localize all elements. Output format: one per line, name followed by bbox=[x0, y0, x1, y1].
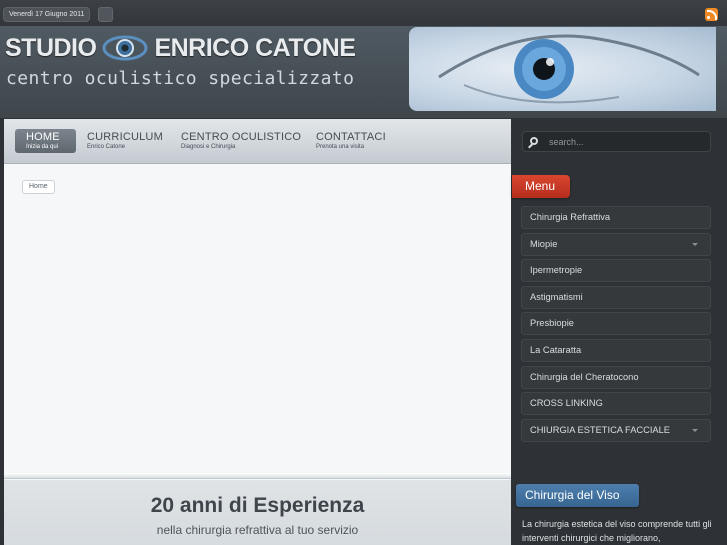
sidebar-item-astigmatismi[interactable]: Astigmatismi bbox=[521, 285, 711, 309]
experience-subtitle: nella chirurgia refrattiva al tuo serviz… bbox=[156, 523, 359, 537]
eye-logo-icon bbox=[101, 33, 149, 63]
nav-label: CENTRO OCULISTICO bbox=[181, 131, 302, 143]
site-header: STUDIO ENRICO CATONE centro oculistico s… bbox=[0, 26, 727, 118]
sidebar-item-presbiopie[interactable]: Presbiopie bbox=[521, 312, 711, 336]
nav-sublabel: Inizia da qui bbox=[26, 144, 59, 150]
sidebar-item-label: Ipermetropie bbox=[530, 265, 583, 276]
date-display: Venerdì 17 Giugno 2011 bbox=[3, 7, 91, 22]
sidebar-item-label: Presbiopie bbox=[530, 318, 574, 329]
sidebar-item-label: Miopie bbox=[530, 238, 558, 249]
top-bar: Venerdì 17 Giugno 2011 bbox=[0, 0, 727, 26]
content-divider bbox=[4, 473, 511, 479]
site-tagline: centro oculistico specializzato bbox=[6, 68, 355, 89]
experience-title: 20 anni di Esperienza bbox=[150, 494, 365, 517]
chevron-down-icon bbox=[692, 428, 698, 432]
sidebar-item-label: Astigmatismi bbox=[530, 291, 583, 302]
sidebar-item-label: CHIURGIA ESTETICA FACCIALE bbox=[530, 424, 671, 435]
sidebar-item-miopie[interactable]: Miopie bbox=[521, 232, 711, 256]
sidebar-item-cheratocono[interactable]: Chirurgia del Cheratocono bbox=[521, 365, 711, 389]
logo-text-left: STUDIO bbox=[5, 33, 97, 62]
sidebar-item-label: CROSS LINKING bbox=[530, 398, 603, 409]
nav-item-curriculum[interactable]: CURRICULUM Enrico Catone bbox=[87, 131, 163, 150]
breadcrumb[interactable]: Home bbox=[22, 180, 55, 194]
nav-label: HOME bbox=[26, 131, 60, 143]
section-text: La chirurgia estetica del viso comprende… bbox=[522, 519, 712, 543]
main-content: HOME Inizia da qui CURRICULUM Enrico Cat… bbox=[4, 119, 511, 545]
search-icon[interactable] bbox=[530, 137, 538, 145]
search-input[interactable] bbox=[549, 134, 704, 149]
chevron-down-icon bbox=[692, 242, 698, 246]
nav-label: CONTATTACI bbox=[316, 131, 386, 143]
logo-text-right: ENRICO CATONE bbox=[154, 33, 356, 62]
menu-heading: Menu bbox=[512, 175, 570, 198]
main-nav: HOME Inizia da qui CURRICULUM Enrico Cat… bbox=[4, 119, 511, 164]
nav-item-contattaci[interactable]: CONTATTACI Prenota una visita bbox=[316, 131, 386, 150]
sidebar-item-chirurgia-refrattiva[interactable]: Chirurgia Refrattiva bbox=[521, 206, 711, 229]
eye-banner-image bbox=[409, 27, 716, 111]
nav-sublabel: Diagnosi e Chirurgia bbox=[181, 144, 236, 150]
sidebar-item-chirurgia-estetica[interactable]: CHIURGIA ESTETICA FACCIALE bbox=[521, 418, 711, 442]
experience-banner: 20 anni di Esperienza nella chirurgia re… bbox=[4, 480, 511, 545]
search-box bbox=[522, 131, 711, 152]
nav-sublabel: Enrico Catone bbox=[87, 144, 126, 150]
sidebar-item-ipermetropie[interactable]: Ipermetropie bbox=[521, 259, 711, 283]
sidebar-item-label: Chirurgia del Cheratocono bbox=[530, 371, 639, 382]
sidebar-menu: Chirurgia Refrattiva Miopie Ipermetropie… bbox=[521, 206, 711, 445]
sidebar-item-cross-linking[interactable]: CROSS LINKING bbox=[521, 392, 711, 416]
nav-label: CURRICULUM bbox=[87, 131, 163, 143]
section-heading: Chirurgia del Viso bbox=[516, 484, 639, 507]
rss-icon[interactable] bbox=[705, 8, 718, 21]
nav-item-centro-oculistico[interactable]: CENTRO OCULISTICO Diagnosi e Chirurgia bbox=[181, 131, 301, 150]
sidebar-item-label: La Cataratta bbox=[530, 344, 582, 355]
nav-item-home[interactable]: HOME Inizia da qui bbox=[15, 129, 76, 153]
nav-sublabel: Prenota una visita bbox=[316, 144, 365, 150]
home-icon[interactable] bbox=[98, 7, 113, 22]
sidebar-item-cataratta[interactable]: La Cataratta bbox=[521, 338, 711, 362]
site-logo[interactable]: STUDIO ENRICO CATONE bbox=[5, 32, 356, 64]
sidebar-item-label: Chirurgia Refrattiva bbox=[530, 212, 611, 222]
